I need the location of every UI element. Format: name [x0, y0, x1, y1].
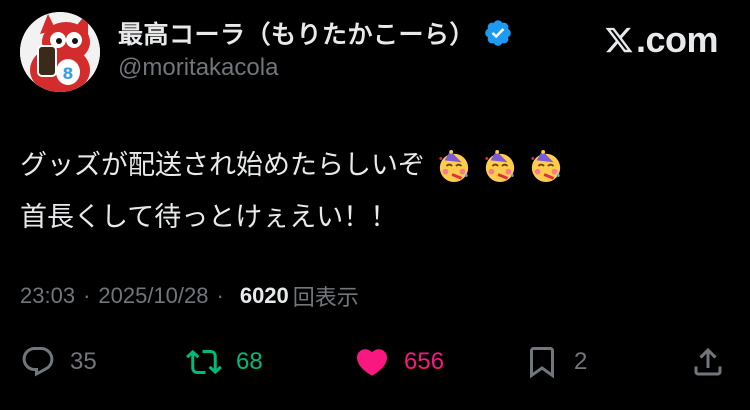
- avatar-illustration: 8: [20, 12, 100, 92]
- tweet-line-2: 首長くして待っとけぇえい！！: [20, 192, 563, 244]
- brand-domain: .com: [635, 19, 719, 60]
- meta-separator: ·: [83, 283, 91, 308]
- retweet-button[interactable]: 68: [186, 338, 263, 386]
- tweet-line-1-text: グッズが配送され始めたらしいぞ: [20, 150, 425, 181]
- reply-count: 35: [70, 348, 97, 375]
- tweet-time[interactable]: 23:03: [20, 283, 75, 309]
- avatar[interactable]: 8: [20, 12, 100, 92]
- verified-badge-icon: [483, 18, 513, 48]
- view-count[interactable]: 6020: [240, 283, 289, 309]
- x-logo-icon: [605, 27, 633, 53]
- tweet-author: 最高コーラ（もりたかこーら） @moritakacola: [118, 16, 513, 82]
- bookmark-count: 2: [574, 348, 588, 375]
- share-icon: [694, 347, 722, 376]
- like-count: 656: [404, 348, 445, 375]
- partying-face-emoji-icon: [439, 149, 469, 183]
- retweet-icon: [186, 349, 222, 375]
- like-button[interactable]: 656: [354, 338, 444, 386]
- bookmark-button[interactable]: 2: [524, 338, 587, 386]
- tweet-line-1: グッズが配送され始めたらしいぞ: [20, 140, 563, 192]
- partying-face-emoji-icon: [531, 149, 561, 183]
- reply-icon: [22, 347, 54, 377]
- reply-button[interactable]: 35: [20, 338, 97, 386]
- retweet-count: 68: [236, 348, 263, 375]
- bookmark-icon: [530, 347, 554, 379]
- tweet-date[interactable]: 2025/10/28: [98, 283, 208, 309]
- x-brand: .com: [604, 18, 719, 62]
- view-count-label: 回表示: [292, 285, 359, 310]
- user-handle[interactable]: @moritakacola: [118, 54, 513, 82]
- tweet-actions: 35 68 656 2: [0, 338, 750, 386]
- tweet-line-2-text: 首長くして待っとけぇえい！！: [20, 202, 398, 233]
- tweet-meta: 23:03 · 2025/10/28 · 6020 回表示: [20, 280, 359, 312]
- display-name[interactable]: 最高コーラ（もりたかこーら）: [118, 15, 475, 51]
- meta-separator: ·: [216, 283, 224, 308]
- tweet-text: グッズが配送され始めたらしいぞ 首長くして待っとけぇえい！！: [20, 140, 563, 244]
- partying-face-emoji-icon: [485, 149, 515, 183]
- avatar-badge-number: 8: [62, 64, 73, 83]
- share-button[interactable]: [690, 338, 726, 386]
- heart-icon: [356, 349, 388, 376]
